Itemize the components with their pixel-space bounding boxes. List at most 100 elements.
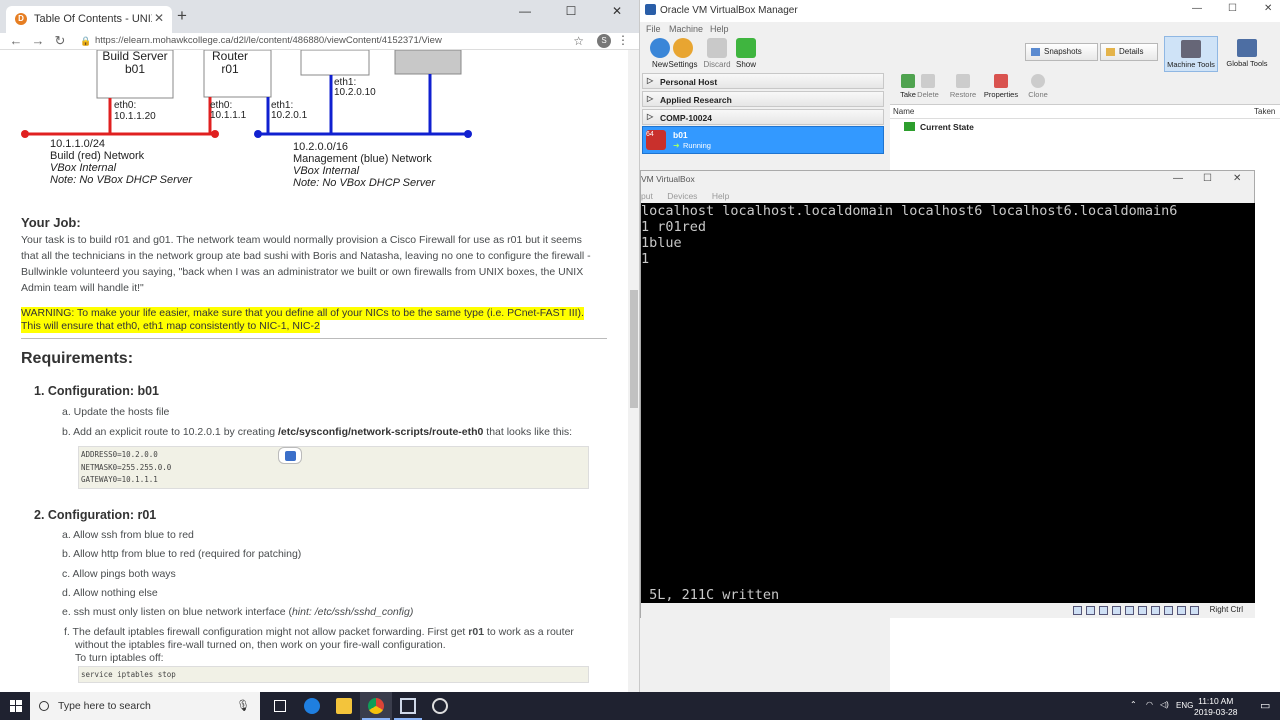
maximize-button[interactable]: ☐ <box>548 0 594 24</box>
language-indicator[interactable]: ENG <box>1176 701 1193 710</box>
vbox-minimize-button[interactable]: — <box>1192 3 1202 14</box>
g01-eth1-ip: 10.2.0.10 <box>334 87 376 98</box>
vm-maximize-button[interactable]: ☐ <box>1203 173 1212 184</box>
col-name[interactable]: Name <box>893 105 914 119</box>
properties-icon <box>994 74 1008 88</box>
settings-label: Settings <box>668 60 698 69</box>
speaker-popup[interactable] <box>278 447 302 464</box>
hdd-icon[interactable] <box>1073 606 1082 615</box>
group-label: Personal Host <box>660 77 718 87</box>
details-label: Details <box>1119 47 1144 56</box>
details-button[interactable]: Details <box>1100 43 1158 61</box>
console-line: 5L, 211C written <box>641 587 780 603</box>
vm-window-title: VM VirtualBox <box>641 174 695 184</box>
menu-input[interactable]: put <box>641 191 653 201</box>
virtualbox-taskbar-button[interactable] <box>392 692 424 720</box>
close-tab-icon[interactable]: ✕ <box>154 11 164 25</box>
file-explorer-button[interactable] <box>328 692 360 720</box>
usb-icon[interactable] <box>1125 606 1134 615</box>
warning-line-1: WARNING: To make your life easier, make … <box>21 307 584 320</box>
machine-tools-button[interactable]: Machine Tools <box>1164 36 1218 72</box>
vbox-maximize-button[interactable]: ☐ <box>1228 3 1237 14</box>
menu-kebab-icon[interactable]: ⋮ <box>617 33 629 47</box>
notifications-icon[interactable]: ▭ <box>1260 699 1270 712</box>
browser-window: D Table Of Contents - UNIX Securit ✕ + —… <box>0 0 640 692</box>
group-comp-10024[interactable]: ▷ COMP-10024 <box>642 109 884 125</box>
menu-help[interactable]: Help <box>710 24 729 34</box>
new-tab-button[interactable]: + <box>174 7 190 24</box>
delete-icon <box>921 74 935 88</box>
chrome-taskbar-button[interactable] <box>360 692 392 720</box>
global-tools-button[interactable]: Global Tools <box>1220 36 1274 72</box>
r01-item-d: d. Allow nothing else <box>62 587 158 599</box>
snapshot-list-header: Name Taken <box>890 105 1280 119</box>
properties-button[interactable]: Properties <box>982 74 1020 102</box>
vm-minimize-button[interactable]: — <box>1173 173 1183 184</box>
search-placeholder: Type here to search <box>58 700 151 712</box>
restore-snapshot-button[interactable]: Restore <box>944 74 982 102</box>
microphone-icon[interactable]: 🎙 <box>236 692 250 720</box>
show-label: Show <box>735 60 756 69</box>
tray-chevron-icon[interactable]: ⌃ <box>1130 700 1137 709</box>
scrollbar-thumb[interactable] <box>630 290 638 408</box>
menu-vm-help[interactable]: Help <box>712 191 729 201</box>
vbox-close-button[interactable]: ✕ <box>1264 3 1272 14</box>
taskbar-search-box[interactable]: Type here to search 🎙 <box>30 692 260 720</box>
windows-start-icon[interactable] <box>10 700 22 712</box>
menu-devices[interactable]: Devices <box>667 191 697 201</box>
r01-item-f: f. The default iptables firewall configu… <box>64 626 574 638</box>
col-taken[interactable]: Taken <box>1254 105 1275 119</box>
config-r01-heading: 2. Configuration: r01 <box>34 508 157 522</box>
group-applied-research[interactable]: ▷ Applied Research <box>642 91 884 107</box>
task-view-button[interactable] <box>264 692 296 720</box>
tab-title: Table Of Contents - UNIX Securit <box>34 13 152 25</box>
menu-file[interactable]: File <box>646 24 661 34</box>
mouse-capture-icon[interactable] <box>1190 606 1199 615</box>
console-line: 1blue <box>641 235 682 251</box>
r01-item-e-pre: e. ssh must only listen on blue network … <box>62 606 292 618</box>
bookmark-star-icon[interactable]: ☆ <box>573 33 584 49</box>
vm-console-screen[interactable]: localhost localhost.localdomain localhos… <box>641 203 1255 603</box>
forward-icon[interactable]: → <box>30 34 46 50</box>
reload-icon[interactable]: ↻ <box>52 34 68 50</box>
recording-icon[interactable] <box>1164 606 1173 615</box>
obs-taskbar-button[interactable] <box>424 692 456 720</box>
shared-folders-icon[interactable] <box>1138 606 1147 615</box>
close-window-button[interactable]: ✕ <box>594 0 639 24</box>
show-button[interactable]: Show <box>726 38 766 72</box>
build-server-name: b01 <box>124 62 146 76</box>
edge-button[interactable] <box>296 692 328 720</box>
red-endpoint-right <box>211 130 219 138</box>
menu-machine[interactable]: Machine <box>669 24 703 34</box>
optical-icon[interactable] <box>1086 606 1095 615</box>
snapshots-button[interactable]: Snapshots <box>1025 43 1098 61</box>
back-icon[interactable]: ← <box>8 34 24 50</box>
network-icon[interactable] <box>1112 606 1121 615</box>
job-line-4: Admin team will handle it!" <box>21 282 144 294</box>
audio-icon[interactable] <box>1099 606 1108 615</box>
vm-close-button[interactable]: ✕ <box>1233 173 1241 184</box>
delete-snapshot-button[interactable]: Delete <box>910 74 946 102</box>
camera-icon <box>1031 48 1040 56</box>
vm-state: Running <box>683 141 711 150</box>
group-personal-host[interactable]: ▷ Personal Host <box>642 73 884 89</box>
wifi-icon[interactable]: ◠ <box>1146 700 1153 709</box>
vm-list-item-b01[interactable]: 64 b01 ➜ Running <box>642 126 884 154</box>
clone-button[interactable]: Clone <box>1020 74 1056 102</box>
current-state-icon <box>904 122 915 131</box>
browser-tab[interactable]: D Table Of Contents - UNIX Securit ✕ <box>6 6 172 33</box>
display-icon[interactable] <box>1151 606 1160 615</box>
minimize-button[interactable]: — <box>502 0 548 24</box>
profile-avatar[interactable]: S <box>597 34 611 48</box>
cpu-icon[interactable] <box>1177 606 1186 615</box>
address-bar[interactable]: 🔒 https://elearn.mohawkcollege.ca/d2l/le… <box>76 33 590 50</box>
snapshot-row-current-state[interactable]: Current State <box>904 122 974 132</box>
warning-line-2: This will ensure that eth0, eth1 map con… <box>21 320 320 333</box>
taskbar-clock[interactable]: 11:10 AM 2019-03-28 <box>1194 696 1237 718</box>
volume-icon[interactable]: ◁) <box>1160 700 1169 709</box>
